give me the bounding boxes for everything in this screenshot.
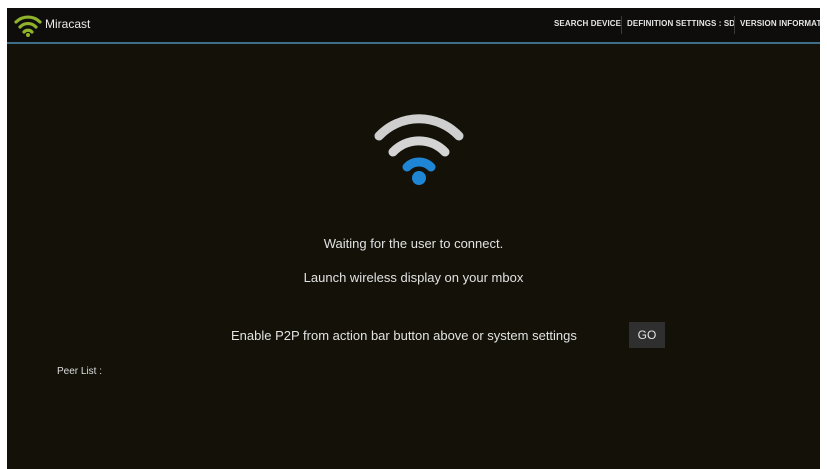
waiting-message: Waiting for the user to connect. [323,236,504,251]
app-title: Miracast [45,17,91,31]
action-separator [734,16,735,34]
p2p-instruction: Enable P2P from action bar button above … [231,328,577,343]
go-button[interactable]: GO [629,322,665,348]
wifi-icon [374,114,464,185]
peer-list-label: Peer List : [57,366,103,377]
version-information-button[interactable]: VERSION INFORMATION [740,19,820,28]
launch-message: Launch wireless display on your mbox [303,270,524,285]
wifi-signal-icon [14,15,42,37]
definition-settings-button[interactable]: DEFINITION SETTINGS : SD [627,19,735,28]
action-bar: Miracast SEARCH DEVICE DEFINITION SETTIN… [7,8,820,44]
action-separator [621,16,622,34]
search-device-button[interactable]: SEARCH DEVICE [554,19,621,28]
miracast-screen: Miracast SEARCH DEVICE DEFINITION SETTIN… [7,8,820,469]
